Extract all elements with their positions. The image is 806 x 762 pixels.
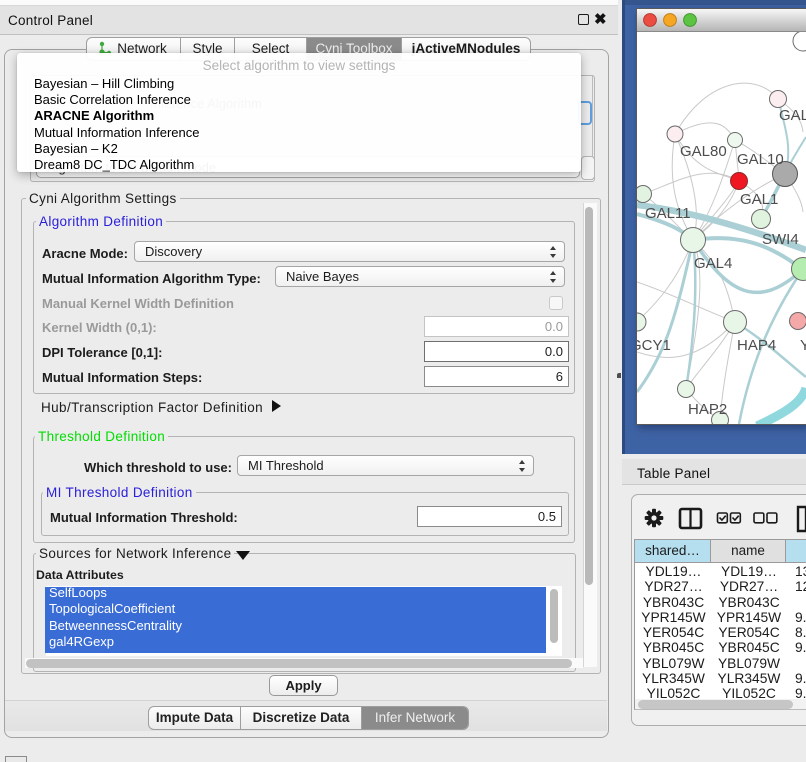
svg-text:SWI4: SWI4 xyxy=(762,231,799,248)
svg-text:GAL1: GAL1 xyxy=(740,191,778,208)
svg-text:GAL11: GAL11 xyxy=(645,205,691,222)
svg-text:GAL80: GAL80 xyxy=(680,143,727,160)
svg-text:HAP2: HAP2 xyxy=(688,401,727,418)
svg-text:HAP4: HAP4 xyxy=(737,337,776,354)
svg-text:GAL10: GAL10 xyxy=(737,151,784,168)
svg-text:GAL: GAL xyxy=(779,107,806,124)
svg-text:GCY1: GCY1 xyxy=(637,337,671,354)
svg-text:GAL4: GAL4 xyxy=(694,255,732,272)
svg-text:Y: Y xyxy=(800,337,806,354)
